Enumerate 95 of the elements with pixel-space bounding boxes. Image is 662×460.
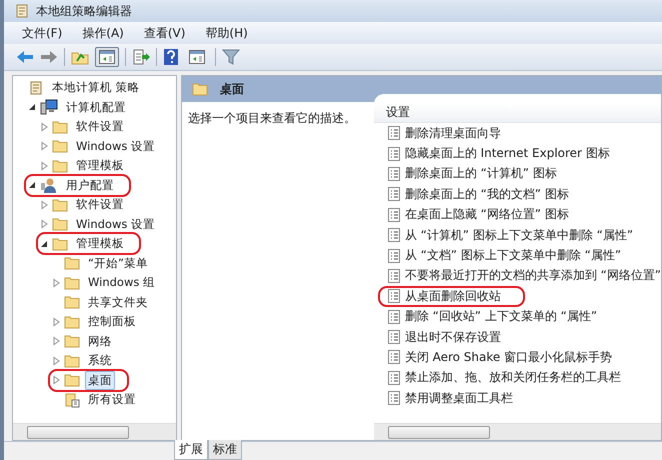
tree-item[interactable]: 所有设置 <box>85 390 139 410</box>
collapsed-arrow-icon[interactable] <box>51 316 61 327</box>
setting-icon <box>388 126 400 140</box>
collapsed-arrow-icon[interactable] <box>51 356 61 366</box>
setting-icon <box>388 187 400 202</box>
folder-icon <box>64 314 80 329</box>
tree-item[interactable]: 用户配置 <box>63 176 117 195</box>
setting-item[interactable]: 删除桌面上的 “我的文档” 图标 <box>404 186 569 203</box>
folder-icon <box>52 139 68 154</box>
tree-item[interactable]: 桌面 <box>85 370 115 390</box>
tree-item[interactable]: 软件设置 <box>73 117 127 136</box>
setting-item[interactable]: 从 “计算机” 图标上下文菜单中删除 “属性” <box>404 226 634 244</box>
tree-item[interactable]: 共享文件夹 <box>85 292 151 312</box>
forward-arrow-icon[interactable] <box>40 50 58 64</box>
setting-icon <box>388 289 400 304</box>
setting-icon <box>388 248 400 263</box>
tree-item[interactable]: 网络 <box>85 332 115 351</box>
folder-icon <box>192 82 208 96</box>
user-icon <box>40 177 58 194</box>
tree-item[interactable]: “开始”菜单 <box>85 254 151 273</box>
folder-icon <box>64 276 80 290</box>
scroll-icon <box>28 80 44 96</box>
setting-icon <box>388 208 400 222</box>
collapsed-arrow-icon[interactable] <box>39 141 49 152</box>
description-text: 选择一个项目来查看它的描述。 <box>188 111 356 125</box>
setting-icon <box>388 391 400 406</box>
setting-icon <box>388 228 400 242</box>
filter-icon[interactable] <box>222 49 240 65</box>
setting-item[interactable]: 不要将最近打开的文档的共享添加到 “网络位置” <box>404 267 661 284</box>
setting-item[interactable]: 隐藏桌面上的 Internet Explorer 图标 <box>404 145 610 162</box>
tree-item[interactable]: 系统 <box>85 351 115 370</box>
view-tab[interactable]: 标准 <box>208 440 242 460</box>
setting-item[interactable]: 关闭 Aero Shake 窗口最小化鼠标手势 <box>404 348 612 366</box>
window-title: 本地组策略编辑器 <box>36 2 132 20</box>
folder-icon <box>52 198 68 212</box>
setting-icon <box>388 370 400 385</box>
expanded-arrow-icon[interactable] <box>39 238 49 249</box>
folder-icon <box>64 295 80 310</box>
setting-item[interactable]: 禁用调整桌面工具栏 <box>404 390 513 407</box>
folder-icon <box>64 354 80 368</box>
folder-icon <box>52 120 68 134</box>
setting-item[interactable]: 从桌面删除回收站 <box>404 288 501 305</box>
collapsed-arrow-icon[interactable] <box>51 336 61 346</box>
tree-item[interactable]: 软件设置 <box>73 195 127 214</box>
setting-icon <box>388 330 400 344</box>
show-pane-button[interactable] <box>95 47 119 67</box>
setting-icon <box>388 268 400 283</box>
setting-item[interactable]: 从 “文档” 图标上下文菜单中删除 “属性” <box>404 247 622 264</box>
collapsed-arrow-icon[interactable] <box>51 278 61 288</box>
view-tab[interactable]: 扩展 <box>174 440 208 460</box>
setting-item[interactable]: 在桌面上隐藏 “网络位置” 图标 <box>404 206 569 224</box>
computer-icon <box>40 99 58 116</box>
menu-item[interactable]: 帮助(H) <box>205 24 248 42</box>
help-icon[interactable] <box>163 48 179 66</box>
menu-item[interactable]: 查看(V) <box>144 24 186 42</box>
collapsed-arrow-icon[interactable] <box>51 375 61 386</box>
horizontal-scrollbar[interactable] <box>374 423 661 440</box>
back-arrow-icon[interactable] <box>16 50 34 64</box>
setting-item[interactable]: 删除清理桌面向导 <box>404 124 501 142</box>
tree-item[interactable]: 计算机配置 <box>63 98 129 117</box>
tree-item[interactable]: 控制面板 <box>85 312 139 332</box>
settings-icon <box>64 392 80 408</box>
pane-title: 桌面 <box>220 80 244 98</box>
folder-icon <box>52 236 68 251</box>
tree-item[interactable]: Windows 组 <box>85 273 158 292</box>
collapsed-arrow-icon[interactable] <box>39 219 49 230</box>
setting-icon <box>388 350 400 364</box>
setting-icon <box>388 310 400 324</box>
tree-item[interactable]: 管理模板 <box>73 234 127 254</box>
setting-item[interactable]: 删除 “回收站” 上下文菜单的 “属性” <box>404 308 598 326</box>
folder-icon <box>64 373 80 388</box>
menu-item[interactable]: 文件(F) <box>22 24 62 42</box>
tree-item[interactable]: Windows 设置 <box>73 214 158 234</box>
setting-item[interactable]: 禁止添加、拖、放和关闭任务栏的工具栏 <box>404 369 621 386</box>
folder-icon <box>52 217 68 232</box>
folder-icon <box>52 158 68 173</box>
setting-icon <box>388 146 400 161</box>
folder-icon <box>64 334 80 348</box>
collapsed-arrow-icon[interactable] <box>39 200 49 210</box>
tree-item[interactable]: Windows 设置 <box>73 136 158 156</box>
setting-icon <box>388 166 400 181</box>
expanded-arrow-icon[interactable] <box>27 102 37 112</box>
tree-item[interactable]: 管理模板 <box>73 156 127 176</box>
horizontal-scrollbar[interactable] <box>13 423 176 440</box>
setting-item[interactable]: 退出时不保存设置 <box>404 328 501 346</box>
menu-item[interactable]: 操作(A) <box>82 24 124 42</box>
column-header[interactable]: 设置 <box>374 104 661 123</box>
expanded-arrow-icon[interactable] <box>27 180 37 190</box>
tree-item[interactable]: 本地计算机 策略 <box>49 78 143 98</box>
folder-icon <box>64 256 80 270</box>
setting-item[interactable]: 删除桌面上的 “计算机” 图标 <box>404 165 557 182</box>
collapsed-arrow-icon[interactable] <box>39 160 49 171</box>
collapsed-arrow-icon[interactable] <box>39 122 49 132</box>
scroll-icon <box>14 3 30 19</box>
export-list-icon[interactable] <box>132 49 150 65</box>
